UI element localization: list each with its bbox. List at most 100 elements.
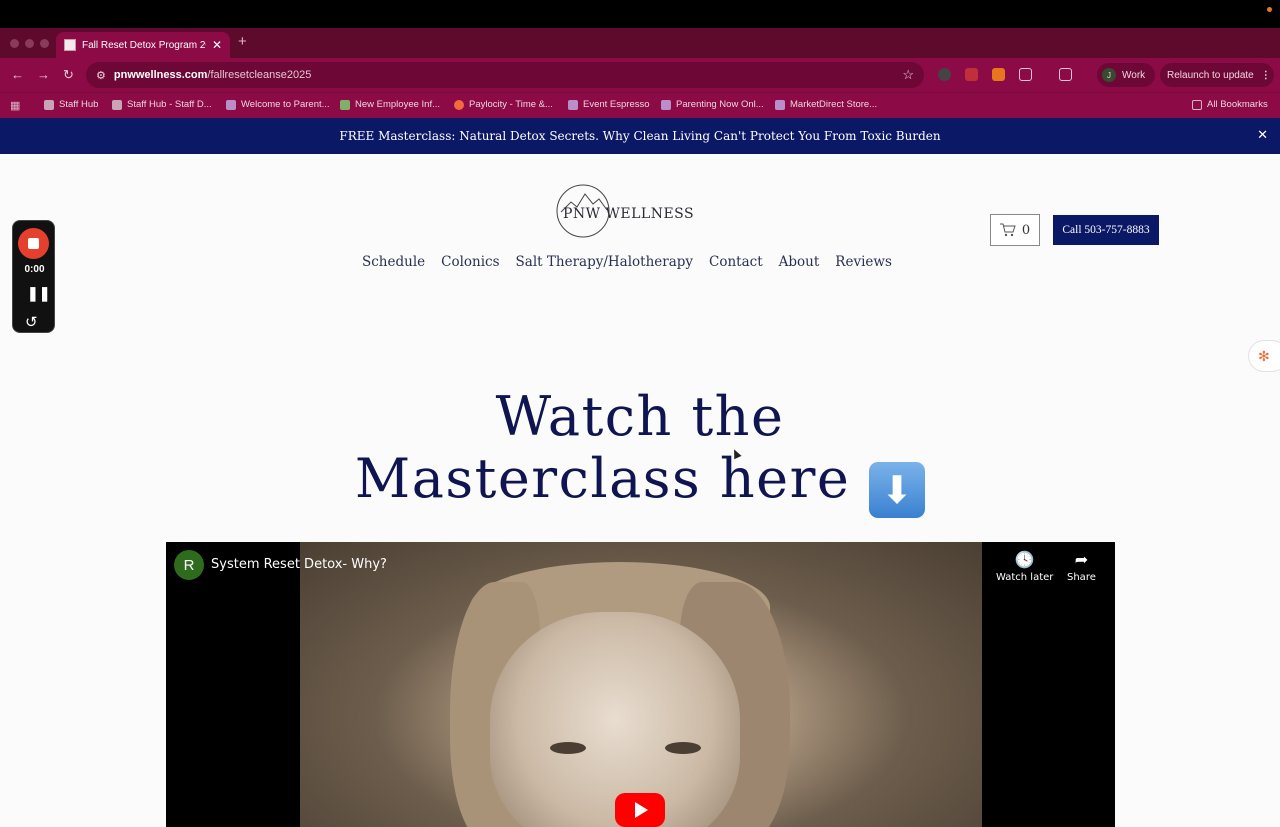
nav-item-schedule[interactable]: Schedule xyxy=(362,254,425,270)
stop-icon xyxy=(28,238,39,249)
reload-icon[interactable]: ↻ xyxy=(63,67,74,83)
bookmark-icon xyxy=(112,99,122,110)
zoom-window-icon[interactable] xyxy=(40,39,49,48)
bookmark-item[interactable]: Event Espresso xyxy=(568,99,650,110)
bookmark-item[interactable]: Staff Hub xyxy=(44,99,98,110)
channel-avatar[interactable]: R xyxy=(174,550,204,580)
bookmark-item[interactable]: MarketDirect Store... xyxy=(775,99,877,110)
bookmark-item[interactable]: Parenting Now Onl... xyxy=(661,99,764,110)
all-bookmarks-label: All Bookmarks xyxy=(1207,99,1268,110)
os-menu-bar xyxy=(0,0,1280,28)
bookmark-item[interactable]: Welcome to Parent... xyxy=(226,99,330,110)
tab-favicon-icon xyxy=(64,39,76,51)
bookmark-icon xyxy=(568,99,578,110)
bookmark-label: Staff Hub xyxy=(59,99,99,110)
recording-time: 0:00 xyxy=(24,264,45,275)
back-icon[interactable]: ← xyxy=(11,67,24,82)
logo-text: PNW WELLNESS xyxy=(563,206,695,222)
cart-button[interactable]: 0 xyxy=(990,214,1040,246)
screen-recorder-widget: 0:00 ❚❚ ↺ xyxy=(12,220,55,333)
url-path: /fallresetcleanse2025 xyxy=(207,69,312,81)
more-menu-icon[interactable]: ⋮ xyxy=(1261,70,1271,81)
bookmark-label: New Employee Inf... xyxy=(355,99,441,110)
profile-avatar: J xyxy=(1102,68,1116,82)
announcement-text[interactable]: FREE Masterclass: Natural Detox Secrets.… xyxy=(339,129,940,143)
watch-later-label: Watch later xyxy=(996,572,1054,583)
extension-g-icon[interactable] xyxy=(938,68,951,81)
new-tab-icon[interactable]: + xyxy=(238,33,247,50)
bookmark-label: Event Espresso xyxy=(583,99,650,110)
close-window-icon[interactable] xyxy=(10,39,19,48)
apps-grid-icon[interactable]: ▦ xyxy=(10,99,20,112)
bookmark-icon xyxy=(340,99,350,110)
bookmark-icon xyxy=(454,99,464,110)
tab-search-icon[interactable] xyxy=(1059,68,1072,81)
screen: Fall Reset Detox Program 202 ✕ + ← → ↻ ⚙… xyxy=(0,0,1280,827)
bookmark-item[interactable]: New Employee Inf... xyxy=(340,99,440,110)
bookmark-label: MarketDirect Store... xyxy=(790,99,878,110)
folder-icon xyxy=(1192,99,1202,110)
nav-item-about[interactable]: About xyxy=(779,254,820,270)
youtube-video-player[interactable]: R System Reset Detox- Why? 🕓 Watch later… xyxy=(166,542,1115,827)
nav-item-colonics[interactable]: Colonics xyxy=(441,254,499,270)
bookmarks-bar: ▦ Staff Hub Staff Hub - Staff D... Welco… xyxy=(0,92,1280,118)
pause-icon[interactable]: ❚❚ xyxy=(27,285,50,302)
active-tab[interactable]: Fall Reset Detox Program 202 ✕ xyxy=(56,32,230,58)
hero-line-2-text: Masterclass here xyxy=(354,447,851,510)
tab-strip: Fall Reset Detox Program 202 ✕ + xyxy=(0,28,1280,58)
recording-indicator-icon xyxy=(1267,7,1272,12)
bookmark-icon xyxy=(44,99,54,110)
close-icon[interactable]: ✕ xyxy=(1257,128,1268,143)
bookmark-star-icon[interactable]: ☆ xyxy=(902,67,914,83)
bookmark-label: Parenting Now Onl... xyxy=(676,99,764,110)
bookmark-item[interactable]: Paylocity - Time &... xyxy=(454,99,553,110)
hero-heading: Watch the Masterclass here ⬇ xyxy=(0,386,1280,518)
extensions-puzzle-icon[interactable] xyxy=(1019,68,1032,81)
forward-icon[interactable]: → xyxy=(37,67,50,82)
nav-item-contact[interactable]: Contact xyxy=(709,254,763,270)
browser-toolbar: ← → ↻ ⚙ pnwwellness.com/fallresetcleanse… xyxy=(0,58,1280,92)
main-nav: Schedule Colonics Salt Therapy/Halothera… xyxy=(362,254,892,270)
minimize-window-icon[interactable] xyxy=(25,39,34,48)
extension-dots-icon[interactable] xyxy=(965,68,978,81)
video-eye-right xyxy=(665,742,701,754)
stop-recording-button[interactable] xyxy=(18,228,49,259)
bookmark-icon xyxy=(661,99,671,110)
watch-later-button[interactable]: 🕓 Watch later xyxy=(996,550,1053,583)
bookmark-label: Staff Hub - Staff D... xyxy=(127,99,212,110)
tab-title: Fall Reset Detox Program 202 xyxy=(82,39,206,51)
profile-label: Work xyxy=(1122,69,1146,81)
video-frame xyxy=(300,542,982,827)
web-page: FREE Masterclass: Natural Detox Secrets.… xyxy=(0,118,1280,827)
share-label: Share xyxy=(1067,572,1096,583)
bookmark-label: Welcome to Parent... xyxy=(241,99,330,110)
address-bar[interactable]: ⚙ pnwwellness.com/fallresetcleanse2025 ☆ xyxy=(86,62,924,88)
call-button[interactable]: Call 503-757-8883 xyxy=(1053,215,1159,245)
hero-line-2: Masterclass here ⬇ xyxy=(0,448,1280,518)
site-settings-icon[interactable]: ⚙ xyxy=(96,69,106,82)
hubspot-icon[interactable]: ✻ xyxy=(1248,340,1280,372)
relaunch-label: Relaunch to update xyxy=(1167,69,1254,81)
cart-icon xyxy=(999,223,1016,237)
play-button[interactable] xyxy=(615,793,665,827)
site-logo[interactable]: PNW WELLNESS xyxy=(555,182,700,240)
profile-button[interactable]: J Work xyxy=(1097,63,1155,87)
nav-item-salt-therapy[interactable]: Salt Therapy/Halotherapy xyxy=(516,254,693,270)
share-button[interactable]: ➦ Share xyxy=(1067,550,1096,583)
share-arrow-icon: ➦ xyxy=(1074,550,1089,569)
url-host: pnwwellness.com xyxy=(113,69,208,81)
nav-item-reviews[interactable]: Reviews xyxy=(835,254,892,270)
relaunch-button[interactable]: Relaunch to update ⋮ xyxy=(1160,63,1274,87)
video-eye-left xyxy=(550,742,586,754)
restart-icon[interactable]: ↺ xyxy=(25,313,38,331)
video-title[interactable]: System Reset Detox- Why? xyxy=(211,557,387,572)
hero-line-1: Watch the xyxy=(495,385,785,448)
play-icon xyxy=(635,802,648,818)
bookmark-item[interactable]: Staff Hub - Staff D... xyxy=(112,99,212,110)
announcement-bar: FREE Masterclass: Natural Detox Secrets.… xyxy=(0,118,1280,154)
all-bookmarks-button[interactable]: All Bookmarks xyxy=(1192,99,1268,110)
clock-icon: 🕓 xyxy=(1014,550,1035,569)
extension-hubspot-icon[interactable] xyxy=(992,68,1005,81)
tab-close-icon[interactable]: ✕ xyxy=(212,38,222,52)
bookmark-label: Paylocity - Time &... xyxy=(469,99,553,110)
